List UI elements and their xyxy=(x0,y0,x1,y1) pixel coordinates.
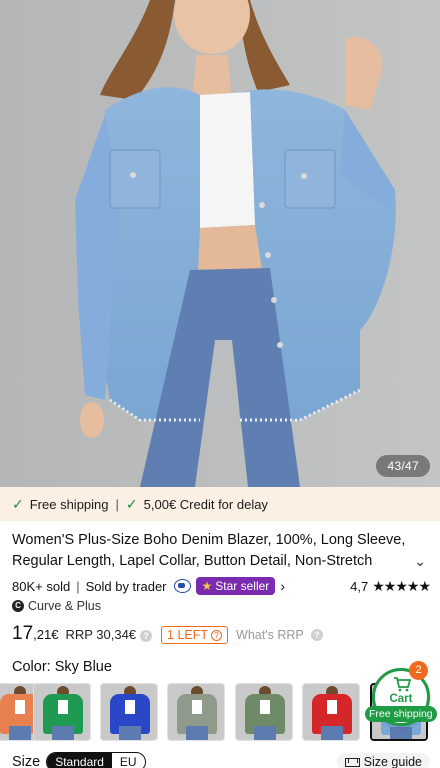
size-label: Size xyxy=(12,754,41,768)
swatch-jeans xyxy=(52,726,74,740)
star-icon: ★ xyxy=(201,579,213,593)
trader-icon xyxy=(173,579,191,593)
size-row: Size Standard EU Size guide xyxy=(12,752,430,768)
cart-free-shipping-tag: Free shipping xyxy=(365,706,437,722)
rating-value: 4,7 xyxy=(350,578,369,594)
info-icon: ? xyxy=(211,629,223,641)
rating[interactable]: 4,7 ★★★★★ xyxy=(350,577,431,595)
cart-count-badge: 2 xyxy=(409,661,428,680)
swatch-jeans xyxy=(321,726,343,740)
stock-left-label: 1 LEFT xyxy=(167,628,209,642)
price: 17,21€ xyxy=(12,623,58,645)
size-guide-button[interactable]: Size guide xyxy=(336,753,430,768)
color-swatch[interactable] xyxy=(100,683,158,741)
check-icon: ✓ xyxy=(12,495,24,512)
price-main: 17 xyxy=(12,623,34,644)
brand[interactable]: C Curve & Plus xyxy=(12,599,101,613)
color-swatch[interactable] xyxy=(302,683,360,741)
price-cents: ,21€ xyxy=(33,627,59,642)
color-swatch[interactable] xyxy=(235,683,293,741)
swatch-jeans xyxy=(390,727,412,739)
brand-name: Curve & Plus xyxy=(28,599,101,613)
chevron-right-icon[interactable]: › xyxy=(280,578,285,594)
product-title[interactable]: Women'S Plus-Size Boho Denim Blazer, 100… xyxy=(12,530,408,572)
divider: | xyxy=(76,578,80,594)
whats-rrp-link[interactable]: What's RRP ? xyxy=(236,628,323,642)
color-swatch[interactable] xyxy=(167,683,225,741)
size-eu-option[interactable]: EU xyxy=(112,753,145,768)
swatch-jeans xyxy=(254,726,276,740)
size-standard-option[interactable]: Standard xyxy=(47,753,112,768)
shipping-bar[interactable]: ✓ Free shipping | ✓ 5,00€ Credit for del… xyxy=(0,487,440,521)
size-system-toggle[interactable]: Standard EU xyxy=(46,752,146,768)
swatch-shirt xyxy=(58,700,68,714)
credit-text: 5,00€ Credit for delay xyxy=(143,496,268,512)
product-meta: 80K+ sold | Sold by trader ★ Star seller… xyxy=(12,576,431,596)
whats-rrp-label: What's RRP xyxy=(236,628,304,642)
swatch-shirt xyxy=(192,700,202,714)
swatch-shirt xyxy=(125,700,135,714)
cart-label: Cart xyxy=(389,693,413,705)
color-swatch[interactable] xyxy=(33,683,91,741)
rrp-price: RRP 30,34€ xyxy=(65,627,137,642)
check-icon: ✓ xyxy=(125,495,138,512)
ruler-icon xyxy=(344,757,360,767)
star-seller-badge[interactable]: ★ Star seller xyxy=(195,577,276,595)
brand-icon: C xyxy=(12,600,24,612)
info-icon[interactable]: ? xyxy=(140,630,153,642)
sold-by-text[interactable]: Sold by trader xyxy=(86,579,167,594)
swatch-shirt xyxy=(327,700,337,714)
color-label: Color: Sky Blue xyxy=(12,659,112,675)
rating-stars: ★★★★★ xyxy=(372,577,431,594)
swatch-shirt xyxy=(260,700,270,714)
product-photo xyxy=(0,0,440,487)
cart-icon xyxy=(394,677,411,692)
price-row: 17,21€ RRP 30,34€ ? 1 LEFT ? What's RRP … xyxy=(12,623,323,647)
sold-count: 80K+ sold xyxy=(12,578,71,594)
product-image[interactable]: 43/47 xyxy=(0,0,440,487)
star-seller-label: Star seller xyxy=(215,579,270,593)
image-counter: 43/47 xyxy=(376,455,430,477)
swatch-shirt xyxy=(15,700,25,714)
stock-left-badge[interactable]: 1 LEFT ? xyxy=(161,626,229,644)
chevron-down-icon[interactable]: ⌄ xyxy=(414,553,426,570)
divider: | xyxy=(115,496,119,512)
free-shipping-text: Free shipping xyxy=(29,496,109,512)
info-icon: ? xyxy=(310,629,323,641)
swatch-jeans xyxy=(119,726,141,740)
size-guide-label: Size guide xyxy=(363,755,422,768)
swatch-jeans xyxy=(186,726,208,740)
swatch-jeans xyxy=(9,726,31,740)
